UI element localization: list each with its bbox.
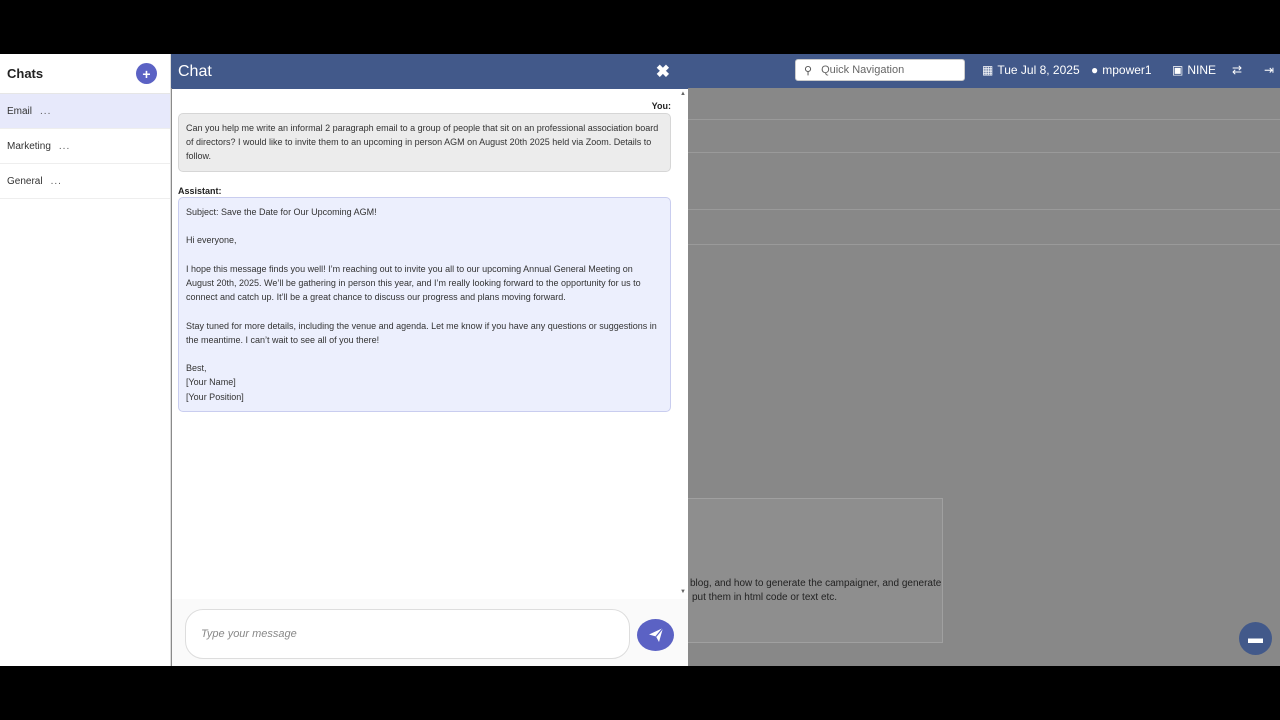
chat-item-marketing[interactable]: Marketing ... (0, 129, 170, 164)
email-paragraph: Stay tuned for more details, including t… (186, 320, 657, 345)
message-list[interactable]: ▲ ▼ You: Can you help me write an inform… (172, 89, 688, 599)
background-page: blog, and how to generate the campaigner… (688, 88, 1280, 666)
divider (688, 119, 1280, 120)
email-signature: Best, [Your Name] [Your Position] (186, 361, 662, 404)
assistant-message: Subject: Save the Date for Our Upcoming … (178, 197, 671, 412)
org-menu[interactable]: ▣ NINE (1172, 63, 1216, 77)
chat-item-general[interactable]: General ... (0, 164, 170, 199)
new-chat-button[interactable]: + (136, 63, 157, 84)
assistant-role-label: Assistant: (178, 186, 222, 196)
close-button[interactable]: ✖ (656, 62, 670, 82)
send-button[interactable] (637, 619, 674, 651)
message-composer (172, 599, 688, 666)
divider (688, 152, 1280, 153)
chat-item-label: Marketing (7, 140, 51, 152)
email-position: [Your Position] (186, 391, 244, 402)
background-text: blog, and how to generate the campaigner… (690, 577, 941, 605)
chat-item-email[interactable]: Email ... (0, 94, 170, 129)
date-label: Tue Jul 8, 2025 (997, 63, 1080, 77)
switch-icon: ⇄ (1232, 63, 1243, 77)
quick-navigation-placeholder: Quick Navigation (821, 64, 905, 76)
background-textarea[interactable]: blog, and how to generate the campaigner… (688, 498, 943, 643)
email-name: [Your Name] (186, 377, 236, 388)
sidebar-title: Chats (7, 66, 44, 81)
chat-panel: Chat ✖ ▲ ▼ You: Can you help me write an… (172, 54, 688, 666)
divider (688, 209, 1280, 210)
email-signoff: Best, (186, 363, 207, 374)
user-name: mpower1 (1102, 63, 1152, 77)
sidebar-header: Chats + (0, 54, 170, 94)
logout-button[interactable]: ⇥ (1264, 63, 1274, 77)
scroll-up-arrow-icon[interactable]: ▲ (680, 91, 686, 97)
org-name: NINE (1187, 63, 1217, 77)
app-window: ⚲ Quick Navigation ▦ Tue Jul 8, 2025 ● m… (0, 54, 1280, 666)
chat-header: Chat ✖ (172, 54, 688, 89)
chat-title: Chat (178, 62, 212, 80)
chat-item-label: General (7, 175, 43, 187)
chat-bubble-icon: ▬ (1248, 630, 1263, 647)
building-icon: ▣ (1172, 63, 1184, 77)
background-text-line: blog, and how to generate the campaigner… (690, 578, 942, 589)
more-options-icon[interactable]: ... (59, 141, 70, 152)
paper-plane-icon (648, 627, 663, 642)
divider (688, 244, 1280, 245)
chat-launcher-button[interactable]: ▬ (1239, 622, 1272, 655)
switch-button[interactable]: ⇄ (1232, 63, 1242, 77)
email-subject: Subject: Save the Date for Our Upcoming … (186, 207, 377, 217)
quick-navigation-input[interactable]: ⚲ Quick Navigation (795, 59, 965, 81)
plus-icon: + (142, 65, 151, 82)
chats-sidebar: Chats + Email ... Marketing ... General … (0, 54, 171, 666)
date-display[interactable]: ▦ Tue Jul 8, 2025 (982, 63, 1080, 77)
scroll-down-arrow-icon[interactable]: ▼ (680, 589, 686, 595)
search-icon: ⚲ (804, 64, 813, 77)
background-text-line: put them in html code or text etc. (692, 592, 838, 603)
email-greeting: Hi everyone, (186, 235, 237, 246)
message-input[interactable] (185, 609, 630, 659)
email-paragraph: I hope this message finds you well! I’m … (186, 263, 641, 303)
calendar-icon: ▦ (982, 63, 994, 77)
more-options-icon[interactable]: ... (40, 106, 51, 117)
user-menu[interactable]: ● mpower1 (1091, 63, 1152, 77)
more-options-icon[interactable]: ... (51, 176, 62, 187)
chat-item-label: Email (7, 105, 33, 117)
logout-icon: ⇥ (1264, 63, 1275, 77)
user-message: Can you help me write an informal 2 para… (178, 113, 671, 172)
user-icon: ● (1091, 63, 1099, 77)
user-role-label: You: (651, 101, 671, 111)
